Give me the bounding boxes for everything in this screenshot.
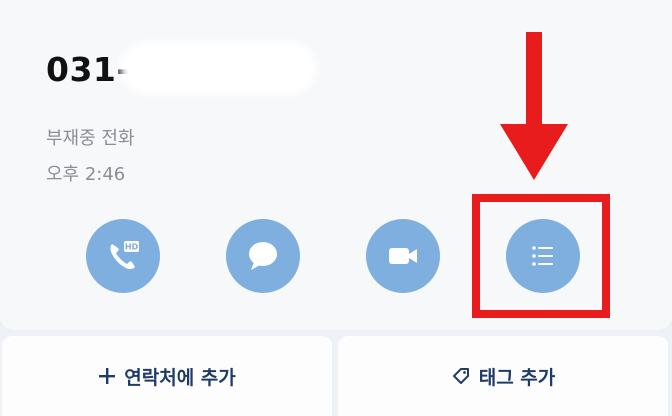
phone-hd-icon: HD [103,236,143,276]
phone-number: 031- [46,50,131,89]
arrow-down-annotation-icon [496,32,572,186]
video-call-button[interactable] [366,219,440,293]
call-type-label: 부재중 전화 [46,128,135,149]
hd-badge-text: HD [125,243,139,252]
tag-icon [451,366,471,386]
redacted-number-area [120,42,316,94]
add-tag-label: 태그 추가 [478,366,556,389]
add-tag-button[interactable]: 태그 추가 [338,336,668,416]
video-camera-icon [383,236,423,276]
message-button[interactable] [226,219,300,293]
hd-voice-call-button[interactable]: HD [86,219,160,293]
call-time-label: 오후 2:46 [46,164,126,185]
chat-bubble-icon [243,236,283,276]
add-contact-button[interactable]: 연락처에 추가 [2,336,332,416]
add-contact-label: 연락처에 추가 [124,366,236,389]
plus-icon [98,367,116,385]
highlight-box [472,194,610,318]
